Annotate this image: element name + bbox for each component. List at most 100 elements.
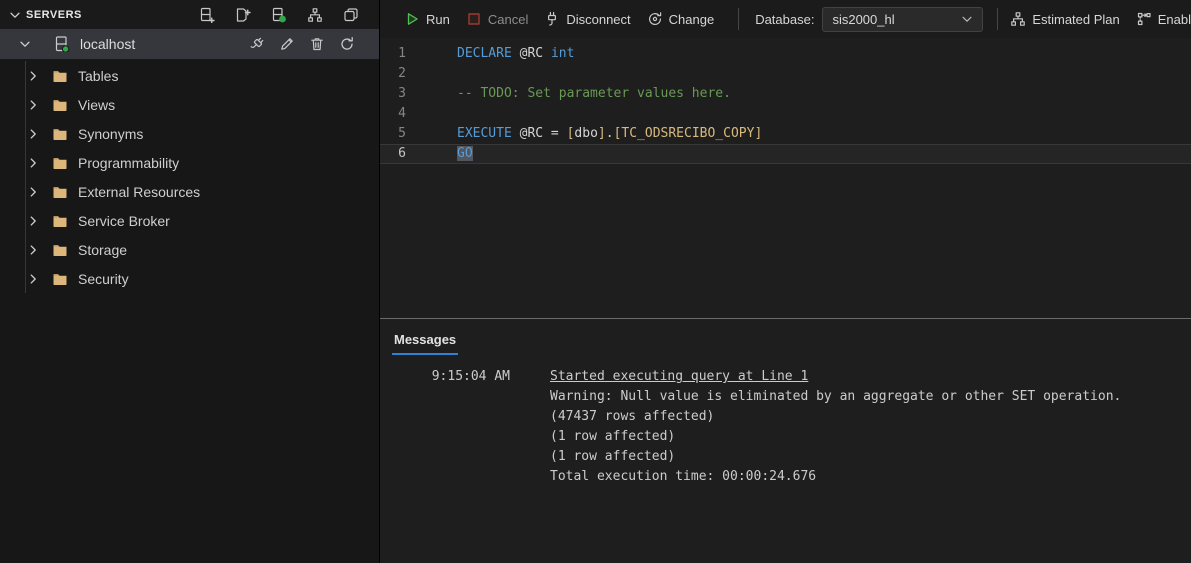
- chevron-right-icon[interactable]: [26, 185, 40, 199]
- tree-item-label: Views: [78, 97, 115, 113]
- message-row: (1 row affected): [380, 427, 1191, 447]
- tree-item-synonyms[interactable]: Synonyms: [0, 119, 379, 148]
- cancel-icon: [466, 11, 482, 27]
- database-value: sis2000_hl: [832, 12, 894, 27]
- code-line-3: 3-- TODO: Set parameter values here.: [380, 84, 1191, 104]
- message-time: [406, 447, 510, 467]
- line-source: [406, 104, 457, 124]
- run-button[interactable]: Run: [404, 11, 450, 27]
- line-source: GO: [406, 144, 473, 164]
- run-icon: [404, 11, 420, 27]
- plug-icon: [544, 11, 560, 27]
- enable-plan-icon: [1136, 11, 1152, 27]
- message-row: (47437 rows affected): [380, 407, 1191, 427]
- cancel-button[interactable]: Cancel: [466, 11, 528, 27]
- servers-header: SERVERS: [0, 0, 379, 29]
- chevron-right-icon[interactable]: [26, 98, 40, 112]
- line-source: DECLARE @RC int: [406, 44, 574, 64]
- server-icon: [54, 36, 70, 52]
- tree-item-label: Synonyms: [78, 126, 143, 142]
- message-link[interactable]: Started executing query at Line 1: [550, 367, 808, 387]
- active-connections-icon[interactable]: [271, 7, 287, 23]
- panel-tab-bar: Messages: [380, 319, 1191, 355]
- new-connection-icon[interactable]: [199, 7, 215, 23]
- tree-item-security[interactable]: Security: [0, 264, 379, 293]
- tree-item-service-broker[interactable]: Service Broker: [0, 206, 379, 235]
- toolbar-separator: [997, 8, 998, 30]
- message-row: (1 row affected): [380, 447, 1191, 467]
- chevron-right-icon[interactable]: [26, 156, 40, 170]
- folder-icon: [52, 68, 68, 84]
- message-time: [406, 387, 510, 407]
- estimated-plan-button[interactable]: Estimated Plan: [1010, 11, 1119, 27]
- message-text: (47437 rows affected): [550, 407, 714, 427]
- tree-item-label: Storage: [78, 242, 127, 258]
- object-explorer-tree: Tables Views Synonyms Programmability Extern…: [0, 59, 379, 293]
- edit-icon[interactable]: [279, 36, 295, 52]
- tree-item-storage[interactable]: Storage: [0, 235, 379, 264]
- message-time: 9:15:04 AM: [406, 367, 510, 387]
- database-dropdown[interactable]: sis2000_hl: [822, 7, 983, 32]
- line-source: EXECUTE @RC = [dbo].[TC_ODSRECIBO_COPY]: [406, 124, 762, 144]
- results-panel: Messages 9:15:04 AM Started executing que…: [380, 318, 1191, 563]
- line-source: [406, 64, 457, 84]
- new-server-group-icon[interactable]: [235, 7, 251, 23]
- servers-sidebar: SERVERS: [0, 0, 380, 563]
- line-number: 2: [380, 64, 406, 84]
- server-name: localhost: [80, 36, 135, 52]
- tree-item-label: Security: [78, 271, 129, 287]
- chevron-right-icon[interactable]: [26, 69, 40, 83]
- message-time: [406, 427, 510, 447]
- folder-icon: [52, 242, 68, 258]
- database-label: Database:: [755, 12, 814, 27]
- duplicate-icon[interactable]: [343, 7, 359, 23]
- chevron-right-icon[interactable]: [26, 214, 40, 228]
- server-item-localhost[interactable]: localhost: [0, 29, 379, 59]
- message-text: Total execution time: 00:00:24.676: [550, 467, 816, 487]
- disconnect-button[interactable]: Disconnect: [544, 11, 630, 27]
- server-tree-icon[interactable]: [307, 7, 323, 23]
- message-text: Warning: Null value is eliminated by an …: [550, 387, 1121, 407]
- line-number: 1: [380, 44, 406, 64]
- chevron-right-icon[interactable]: [26, 243, 40, 257]
- message-text: (1 row affected): [550, 427, 675, 447]
- disconnect-icon[interactable]: [249, 36, 265, 52]
- app-window: SERVERS: [0, 0, 1191, 563]
- tree-item-views[interactable]: Views: [0, 90, 379, 119]
- enable-button[interactable]: Enabl: [1136, 11, 1191, 27]
- tree-item-programmability[interactable]: Programmability: [0, 148, 379, 177]
- message-text: (1 row affected): [550, 447, 675, 467]
- tree-item-label: External Resources: [78, 184, 200, 200]
- messages-list: 9:15:04 AM Started executing query at Lin…: [380, 355, 1191, 487]
- tree-item-external-resources[interactable]: External Resources: [0, 177, 379, 206]
- chevron-right-icon[interactable]: [26, 127, 40, 141]
- refresh-icon[interactable]: [339, 36, 355, 52]
- tab-messages[interactable]: Messages: [392, 332, 458, 355]
- code-line-6: 6GO: [380, 144, 1191, 164]
- tree-item-label: Programmability: [78, 155, 179, 171]
- chevron-down-icon[interactable]: [18, 37, 32, 51]
- line-number: 3: [380, 84, 406, 104]
- message-row: Total execution time: 00:00:24.676: [380, 467, 1191, 487]
- tree-item-label: Tables: [78, 68, 118, 84]
- line-source: -- TODO: Set parameter values here.: [406, 84, 731, 104]
- line-number: 5: [380, 124, 406, 144]
- chevron-right-icon[interactable]: [26, 272, 40, 286]
- line-number: 6: [380, 144, 406, 164]
- change-connection-button[interactable]: Change: [647, 11, 715, 27]
- query-editor-area: Run Cancel Disconnect Change: [380, 0, 1191, 563]
- chevron-down-icon: [960, 12, 974, 26]
- folder-icon: [52, 213, 68, 229]
- estimated-plan-icon: [1010, 11, 1026, 27]
- folder-icon: [52, 184, 68, 200]
- change-connection-icon: [647, 11, 663, 27]
- folder-icon: [52, 97, 68, 113]
- delete-icon[interactable]: [309, 36, 325, 52]
- chevron-down-icon[interactable]: [8, 8, 22, 22]
- tree-item-label: Service Broker: [78, 213, 170, 229]
- query-toolbar: Run Cancel Disconnect Change: [380, 0, 1191, 38]
- message-time: [406, 407, 510, 427]
- folder-icon: [52, 126, 68, 142]
- sql-editor[interactable]: 1DECLARE @RC int23-- TODO: Set parameter…: [380, 38, 1191, 318]
- tree-item-tables[interactable]: Tables: [0, 61, 379, 90]
